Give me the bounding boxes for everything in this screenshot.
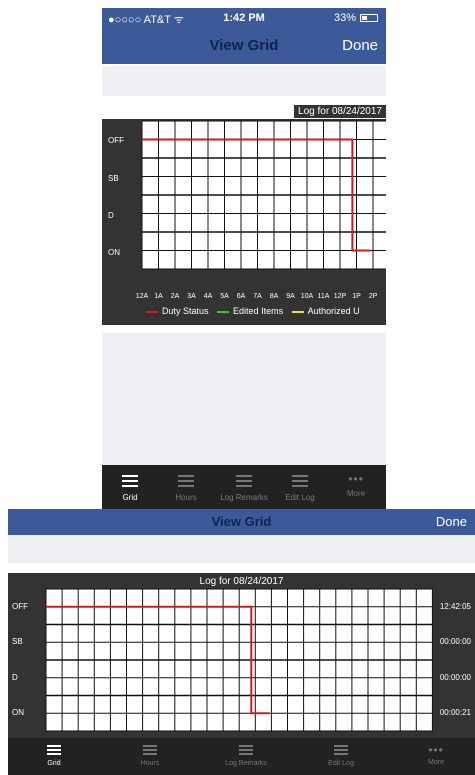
tab-edit-log[interactable]: Edit Log xyxy=(278,465,322,502)
total-off: 12:42:05 xyxy=(439,602,471,611)
list-icon xyxy=(292,475,308,487)
hour-label: 12A xyxy=(135,293,149,300)
legend-swatch-duty-status xyxy=(146,310,158,313)
tab-log-remarks-landscape[interactable]: Log Remarks xyxy=(216,738,276,767)
portrait-screen: ●○○○○ AT&T ᯤ 1:42 PM 33% View Grid Done … xyxy=(102,0,386,509)
hour-label: 8A xyxy=(269,293,279,300)
total-d: 00:00:00 xyxy=(439,673,471,682)
tab-hours[interactable]: Hours xyxy=(168,465,204,502)
tab-log-remarks[interactable]: Log Remarks xyxy=(216,465,272,502)
page-title-landscape: View Grid xyxy=(211,514,272,529)
hour-label: 9A xyxy=(286,293,295,300)
legend-authorized: Authorized U xyxy=(307,306,360,316)
legend-duty-status: Duty Status xyxy=(162,306,209,316)
tab-hours-landscape[interactable]: Hours xyxy=(130,738,170,767)
legend: Duty Status Edited Items Authorized U xyxy=(140,306,360,316)
duty-grid-landscape xyxy=(45,588,433,732)
tab-log-remarks-label-landscape: Log Remarks xyxy=(225,760,267,767)
hour-label: 2P xyxy=(368,293,378,300)
hour-label: 4A xyxy=(203,293,213,300)
done-button[interactable]: Done xyxy=(342,37,378,54)
tab-bar: Grid Hours Log Remarks Edit Log ••• More xyxy=(102,465,386,509)
total-on: 00:00:21 xyxy=(439,708,471,717)
hour-label: 6A xyxy=(236,293,246,300)
content-area xyxy=(102,333,386,465)
list-icon xyxy=(47,745,61,755)
hour-label: 12P xyxy=(333,293,347,300)
legend-edited-items: Edited Items xyxy=(233,306,284,316)
hour-label: 5A xyxy=(220,293,229,300)
total-sb: 00:00:00 xyxy=(439,637,471,646)
duty-grid xyxy=(141,120,386,270)
hour-label: 2A xyxy=(170,293,180,300)
tab-grid-landscape[interactable]: Grid xyxy=(34,738,74,767)
log-grid-panel: Log for 08/24/2017 OFF SB D ON 12A 1A 2A 3A… xyxy=(102,103,386,325)
landscape-screen: View Grid Done Log for 08/24/2017 OFF SB… xyxy=(8,509,475,775)
list-icon xyxy=(239,745,253,755)
tab-grid-label: Grid xyxy=(122,493,138,502)
list-icon xyxy=(334,745,348,755)
legend-swatch-authorized xyxy=(291,310,304,313)
more-dots-icon: ••• xyxy=(428,743,444,757)
battery-icon xyxy=(360,14,378,22)
log-grid-panel-landscape: Log for 08/24/2017 OFF SB D ON 12:42:05 … xyxy=(8,573,475,738)
hour-label: 11A xyxy=(317,293,330,300)
list-icon xyxy=(178,475,194,487)
hour-label: 7A xyxy=(253,293,262,300)
list-icon xyxy=(236,475,252,487)
tab-hours-label-landscape: Hours xyxy=(140,760,160,767)
list-icon xyxy=(122,475,138,487)
spacer-band-landscape xyxy=(8,535,475,563)
tab-edit-log-landscape[interactable]: Edit Log xyxy=(316,738,366,767)
tab-more-label-landscape: More xyxy=(428,759,444,766)
list-icon xyxy=(143,745,157,755)
hour-label: 1A xyxy=(154,293,163,300)
tab-more-landscape[interactable]: ••• More xyxy=(416,738,456,766)
tab-grid[interactable]: Grid xyxy=(112,465,148,502)
tab-log-remarks-label: Log Remarks xyxy=(220,493,268,502)
tab-grid-label-landscape: Grid xyxy=(47,760,61,767)
tab-edit-log-label-landscape: Edit Log xyxy=(328,760,354,767)
more-dots-icon: ••• xyxy=(348,472,364,486)
tab-more-label: More xyxy=(346,489,366,498)
hour-label: 3A xyxy=(187,293,196,300)
tab-bar-landscape: Grid Hours Log Remarks Edit Log ••• More xyxy=(8,738,475,775)
legend-swatch-edited-items xyxy=(217,310,230,313)
nav-bar-landscape: View Grid Done xyxy=(8,509,475,535)
spacer-band xyxy=(102,66,386,96)
status-bar: ●○○○○ AT&T ᯤ 1:42 PM 33% xyxy=(102,8,386,28)
hour-label: 1P xyxy=(352,293,361,300)
nav-bar: View Grid Done xyxy=(102,28,386,64)
tab-more[interactable]: ••• More xyxy=(338,465,374,498)
battery-percent: 33% xyxy=(333,12,356,24)
hour-label: 10A xyxy=(300,293,314,300)
tab-hours-label: Hours xyxy=(175,493,197,502)
done-button-landscape[interactable]: Done xyxy=(436,514,467,529)
tab-edit-log-label: Edit Log xyxy=(285,493,315,502)
